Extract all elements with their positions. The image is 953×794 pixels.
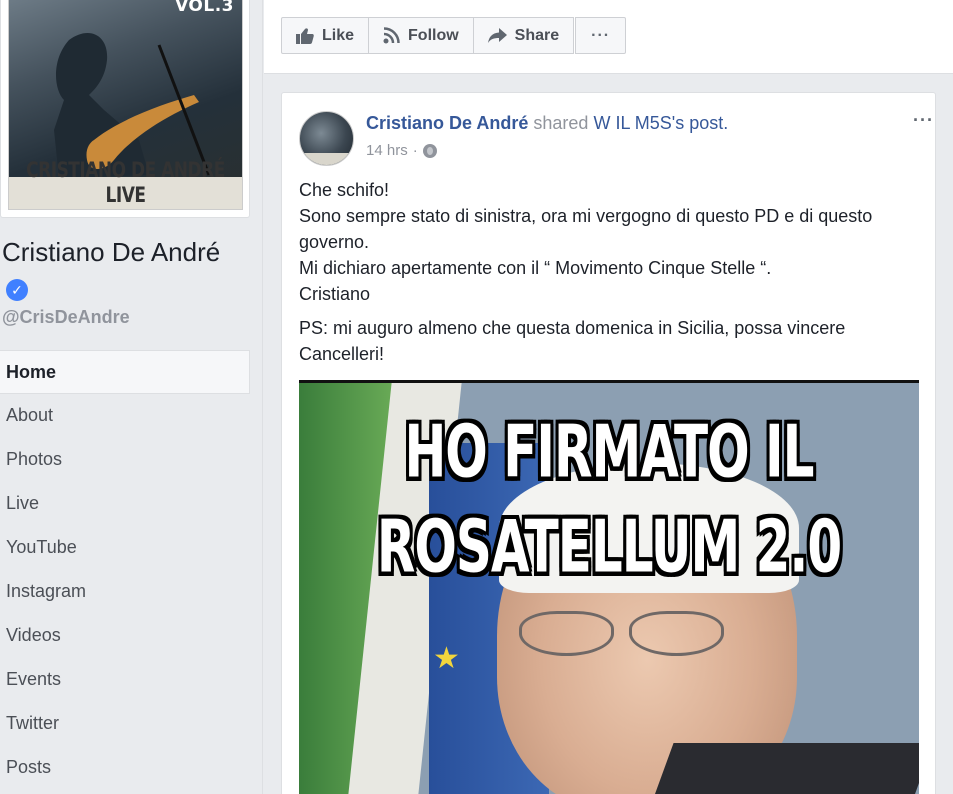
page-actions: Like Follow Share ··· bbox=[281, 17, 627, 54]
star-icon: ★ bbox=[433, 642, 460, 675]
page-name-text[interactable]: Cristiano De André bbox=[2, 237, 220, 267]
post-card: Cristiano De André shared W IL M5S's pos… bbox=[281, 92, 936, 794]
nav-item-events[interactable]: Events bbox=[0, 658, 250, 702]
verified-badge-icon: ✓ bbox=[6, 279, 28, 301]
nav-item-twitter[interactable]: Twitter bbox=[0, 702, 250, 746]
portrait-suit bbox=[644, 743, 919, 794]
post-options-icon[interactable]: ··· bbox=[913, 110, 935, 131]
cover-title-text: CRISTIANO DE ANDRÉ LIVE bbox=[26, 158, 225, 208]
post-line: Mi dichiaro apertamente con il “ Movimen… bbox=[299, 258, 772, 278]
like-label: Like bbox=[322, 26, 355, 44]
nav-item-home[interactable]: Home bbox=[0, 350, 250, 394]
share-label: Share bbox=[514, 26, 560, 44]
nav-item-videos[interactable]: Videos bbox=[0, 614, 250, 658]
nav-item-live[interactable]: Live bbox=[0, 482, 250, 526]
nav-item-instagram[interactable]: Instagram bbox=[0, 570, 250, 614]
post-image[interactable]: ★ HO FIRMATO IL ROSATELLUM 2.0 bbox=[299, 380, 919, 794]
nav-item-about[interactable]: About bbox=[0, 394, 250, 438]
post-header: Cristiano De André shared W IL M5S's pos… bbox=[366, 113, 728, 134]
nav-item-photos[interactable]: Photos bbox=[0, 438, 250, 482]
post-line: Cristiano bbox=[299, 284, 371, 304]
page-username[interactable]: @CrisDeAndre bbox=[2, 307, 130, 328]
post-timestamp[interactable]: 14 hrs bbox=[366, 142, 408, 159]
meta-separator: · bbox=[412, 142, 418, 159]
meme-caption-line-2: ROSATELLUM 2.0 bbox=[376, 504, 842, 590]
share-button[interactable]: Share bbox=[472, 17, 575, 54]
profile-cover[interactable]: VOL.3 CRISTIANO DE ANDRÉ LIVE bbox=[0, 0, 250, 218]
thumbs-up-icon bbox=[296, 27, 314, 44]
shared-text: shared bbox=[533, 113, 589, 133]
post-paragraph-1: Che schifo! Sono sempre stato di sinistr… bbox=[299, 177, 929, 307]
page-actions-bar: Like Follow Share ··· bbox=[264, 0, 953, 74]
post-line: Che schifo! bbox=[299, 180, 390, 200]
avatar-band bbox=[300, 153, 353, 165]
shared-source-link[interactable]: W IL M5S's post. bbox=[593, 113, 728, 133]
like-button[interactable]: Like bbox=[281, 17, 370, 54]
main-column: Like Follow Share ··· Cristiano De André… bbox=[264, 0, 953, 794]
follow-button[interactable]: Follow bbox=[368, 17, 474, 54]
nav-item-posts[interactable]: Posts bbox=[0, 746, 250, 790]
post-line: Sono sempre stato di sinistra, ora mi ve… bbox=[299, 206, 873, 252]
follow-label: Follow bbox=[408, 26, 459, 44]
more-options-button[interactable]: ··· bbox=[575, 17, 627, 54]
left-column: VOL.3 CRISTIANO DE ANDRÉ LIVE Cristiano … bbox=[0, 0, 263, 794]
globe-privacy-icon[interactable] bbox=[422, 143, 437, 158]
rss-follow-icon bbox=[383, 27, 400, 44]
glasses-lens-right bbox=[629, 611, 724, 656]
share-arrow-icon bbox=[487, 28, 507, 43]
post-paragraph-2: PS: mi auguro almeno che questa domenica… bbox=[299, 318, 846, 364]
profile-picture[interactable]: VOL.3 CRISTIANO DE ANDRÉ LIVE bbox=[8, 0, 243, 210]
author-avatar[interactable] bbox=[299, 111, 354, 166]
post-body: Che schifo! Sono sempre stato di sinistr… bbox=[299, 177, 929, 375]
glasses-lens-left bbox=[519, 611, 614, 656]
post-meta: 14 hrs · bbox=[366, 142, 437, 159]
page-nav: Home About Photos Live YouTube Instagram… bbox=[0, 350, 250, 790]
nav-item-youtube[interactable]: YouTube bbox=[0, 526, 250, 570]
page-name[interactable]: Cristiano De André ✓ bbox=[2, 234, 242, 306]
author-link[interactable]: Cristiano De André bbox=[366, 113, 528, 133]
meme-caption-line-1: HO FIRMATO IL bbox=[404, 409, 814, 495]
